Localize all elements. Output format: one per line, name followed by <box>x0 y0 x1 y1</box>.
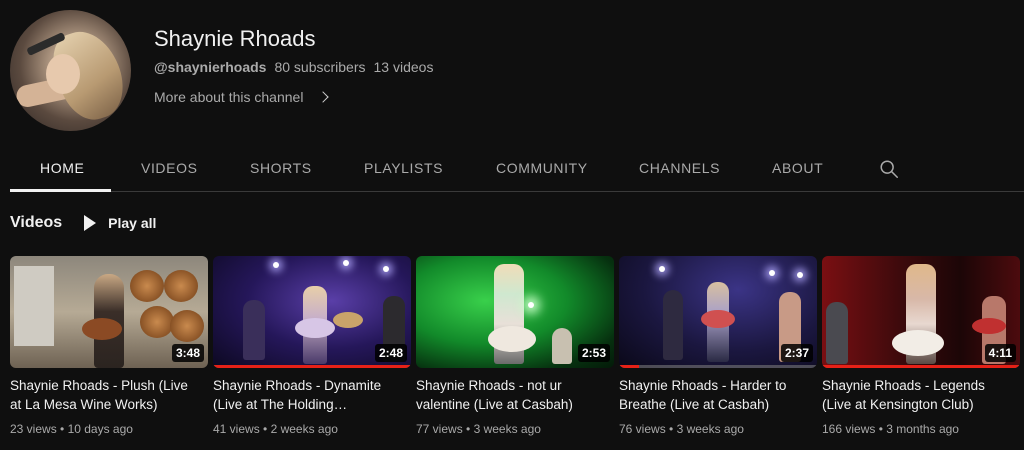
tab-videos[interactable]: VIDEOS <box>141 160 198 176</box>
thumb-performer <box>826 302 848 364</box>
video-count: 13 videos <box>373 59 434 75</box>
thumb-guitar <box>333 312 363 328</box>
duration-badge: 2:53 <box>577 344 610 362</box>
thumb-performer <box>243 300 265 360</box>
thumb-guitar <box>82 318 122 340</box>
video-thumbnail[interactable]: 2:37 <box>619 256 817 368</box>
tab-community[interactable]: COMMUNITY <box>496 160 588 176</box>
chevron-right-icon <box>317 91 330 103</box>
video-meta: 23 views • 10 days ago <box>10 422 133 436</box>
duration-badge: 3:48 <box>171 344 204 362</box>
thumb-stage-light <box>343 260 349 266</box>
video-meta: 76 views • 3 weeks ago <box>619 422 744 436</box>
upload-age: 3 months ago <box>886 422 959 436</box>
thumb-stage-light <box>797 272 803 278</box>
progress-track <box>619 365 817 368</box>
video-title[interactable]: Shaynie Rhoads - Dynamite (Live at The H… <box>213 376 405 414</box>
videos-section-header: Videos Play all <box>10 214 156 232</box>
video-title[interactable]: Shaynie Rhoads - not ur valentine (Live … <box>416 376 608 414</box>
thumb-performer <box>663 290 683 360</box>
view-count: 23 views <box>10 422 57 436</box>
video-shelf: 3:48 Shaynie Rhoads - Plush (Live at La … <box>10 256 1024 446</box>
upload-age: 3 weeks ago <box>473 422 541 436</box>
channel-name: Shaynie Rhoads <box>154 26 316 51</box>
tab-home[interactable]: HOME <box>40 160 84 176</box>
channel-meta: @shaynierhoads 80 subscribers 13 videos <box>154 59 433 75</box>
thumb-tank <box>14 266 54 346</box>
thumb-guitar <box>701 310 735 328</box>
video-thumbnail[interactable]: 2:53 <box>416 256 614 368</box>
watch-progress-bar <box>619 365 639 368</box>
video-card[interactable]: 2:48 Shaynie Rhoads - Dynamite (Live at … <box>213 256 411 436</box>
more-about-channel-link[interactable]: More about this channel <box>154 89 330 105</box>
channel-avatar[interactable] <box>10 10 131 131</box>
thumb-guitar <box>488 326 536 352</box>
tab-about[interactable]: ABOUT <box>772 160 823 176</box>
duration-badge: 4:11 <box>984 344 1016 362</box>
thumb-stage-light <box>659 266 665 272</box>
video-card[interactable]: 2:53 Shaynie Rhoads - not ur valentine (… <box>416 256 614 436</box>
avatar-face <box>46 54 80 94</box>
watch-progress-bar <box>213 365 411 368</box>
video-meta: 41 views • 2 weeks ago <box>213 422 338 436</box>
view-count: 166 views <box>822 422 876 436</box>
thumb-barrel <box>130 270 164 302</box>
view-count: 76 views <box>619 422 666 436</box>
video-meta: 166 views • 3 months ago <box>822 422 959 436</box>
view-count: 41 views <box>213 422 260 436</box>
channel-header: Shaynie Rhoads @shaynierhoads 80 subscri… <box>10 10 1014 132</box>
thumb-guitar <box>972 318 1006 334</box>
video-title[interactable]: Shaynie Rhoads - Legends (Live at Kensin… <box>822 376 1014 414</box>
view-count: 77 views <box>416 422 463 436</box>
thumb-barrel <box>170 310 204 342</box>
video-card[interactable]: 3:48 Shaynie Rhoads - Plush (Live at La … <box>10 256 208 436</box>
video-thumbnail[interactable]: 2:48 <box>213 256 411 368</box>
duration-badge: 2:37 <box>780 344 813 362</box>
thumb-barrel <box>164 270 198 302</box>
play-icon <box>84 215 97 231</box>
thumb-guitar <box>295 318 335 338</box>
tab-shorts[interactable]: SHORTS <box>250 160 312 176</box>
upload-age: 10 days ago <box>67 422 133 436</box>
duration-badge: 2:48 <box>374 344 407 362</box>
active-tab-indicator <box>10 189 111 192</box>
video-card[interactable]: 4:11 Shaynie Rhoads - Legends (Live at K… <box>822 256 1020 436</box>
thumb-stage-light <box>528 302 534 308</box>
thumb-stage-light <box>273 262 279 268</box>
thumb-stage-light <box>383 266 389 272</box>
video-title[interactable]: Shaynie Rhoads - Harder to Breathe (Live… <box>619 376 811 414</box>
thumb-barrel <box>140 306 174 338</box>
thumb-performer <box>552 328 572 364</box>
video-card[interactable]: 2:37 Shaynie Rhoads - Harder to Breathe … <box>619 256 817 436</box>
video-title[interactable]: Shaynie Rhoads - Plush (Live at La Mesa … <box>10 376 202 414</box>
video-meta: 77 views • 3 weeks ago <box>416 422 541 436</box>
more-about-label: More about this channel <box>154 89 304 105</box>
subscriber-count: 80 subscribers <box>274 59 366 75</box>
tab-channels[interactable]: CHANNELS <box>639 160 720 176</box>
video-thumbnail[interactable]: 3:48 <box>10 256 208 368</box>
video-thumbnail[interactable]: 4:11 <box>822 256 1020 368</box>
section-title: Videos <box>10 214 63 231</box>
thumb-guitar <box>892 330 944 356</box>
watch-progress-bar <box>822 365 1020 368</box>
tab-playlists[interactable]: PLAYLISTS <box>364 160 443 176</box>
channel-tabs: HOME VIDEOS SHORTS PLAYLISTS COMMUNITY C… <box>10 146 1024 192</box>
play-all-label: Play all <box>108 215 157 231</box>
channel-handle: @shaynierhoads <box>154 59 267 75</box>
search-icon[interactable] <box>878 158 900 180</box>
upload-age: 3 weeks ago <box>676 422 744 436</box>
thumb-stage-light <box>769 270 775 276</box>
upload-age: 2 weeks ago <box>270 422 338 436</box>
play-all-button[interactable]: Play all <box>84 215 156 231</box>
